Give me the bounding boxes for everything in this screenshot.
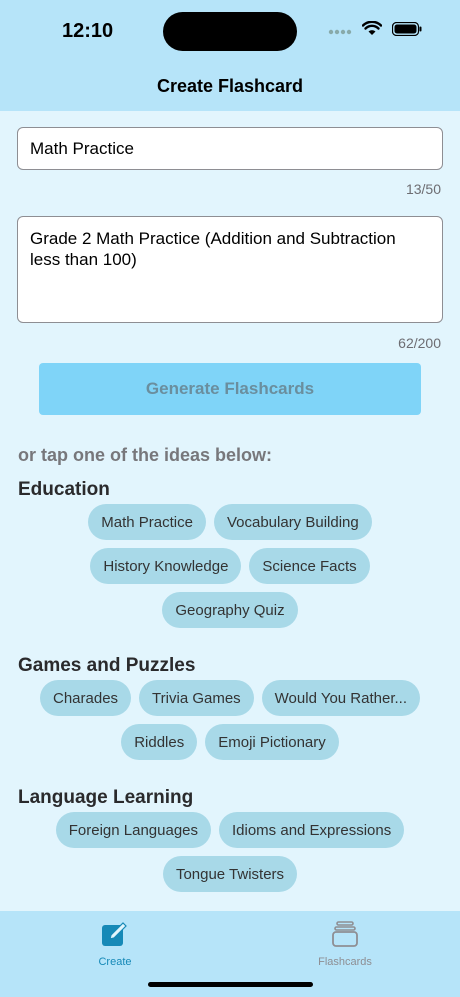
- idea-chip[interactable]: History Knowledge: [90, 548, 242, 584]
- battery-icon: [391, 21, 422, 41]
- section-title-games: Games and Puzzles: [18, 655, 196, 676]
- dynamic-island: [163, 12, 297, 51]
- header: 12:10 Create Flashcard: [0, 0, 460, 111]
- ideas-hint: or tap one of the ideas below:: [18, 445, 273, 465]
- idea-chip[interactable]: Riddles: [121, 724, 198, 760]
- status-icons: [328, 20, 422, 41]
- chip-row: Riddles Emoji Pictionary: [0, 724, 460, 760]
- home-indicator: [148, 982, 313, 987]
- idea-chip[interactable]: Would You Rather...: [261, 680, 420, 716]
- idea-chip[interactable]: Tongue Twisters: [162, 856, 298, 892]
- signal-icon: [328, 22, 352, 40]
- idea-chip[interactable]: Emoji Pictionary: [205, 724, 339, 760]
- idea-chip[interactable]: Foreign Languages: [55, 812, 211, 848]
- wifi-icon: [361, 20, 383, 41]
- section-title-education: Education: [18, 479, 110, 500]
- title-input[interactable]: [17, 127, 443, 170]
- page-title: Create Flashcard: [156, 76, 304, 96]
- idea-chip[interactable]: Math Practice: [88, 504, 206, 540]
- idea-chip[interactable]: Idioms and Expressions: [219, 812, 405, 848]
- section-title-language: Language Learning: [18, 787, 194, 808]
- chip-row: Math Practice Vocabulary Building: [0, 504, 460, 540]
- tab-create[interactable]: Create: [55, 921, 175, 968]
- chip-row: Tongue Twisters: [0, 856, 460, 892]
- chip-row: Charades Trivia Games Would You Rather..…: [0, 680, 460, 716]
- status-time: 12:10: [62, 20, 114, 42]
- tab-flashcards-label: Flashcards: [318, 956, 372, 968]
- idea-chip[interactable]: Science Facts: [249, 548, 370, 584]
- description-input[interactable]: Grade 2 Math Practice (Addition and Subt…: [17, 216, 443, 323]
- idea-chip[interactable]: Vocabulary Building: [213, 504, 372, 540]
- chip-row: Foreign Languages Idioms and Expressions: [0, 812, 460, 848]
- chip-row: History Knowledge Science Facts: [0, 548, 460, 584]
- pencil-square-icon: [55, 921, 175, 952]
- idea-chip[interactable]: Geography Quiz: [162, 592, 298, 628]
- chip-row: Geography Quiz: [0, 592, 460, 628]
- card-stack-icon: [285, 921, 405, 952]
- generate-flashcards-button[interactable]: Generate Flashcards: [39, 363, 421, 415]
- idea-chip[interactable]: Charades: [40, 680, 132, 716]
- tab-create-label: Create: [98, 956, 132, 968]
- description-char-counter: 62/200: [398, 335, 441, 351]
- idea-chip[interactable]: Trivia Games: [139, 680, 254, 716]
- tab-flashcards[interactable]: Flashcards: [285, 921, 405, 968]
- title-char-counter: 13/50: [405, 181, 441, 197]
